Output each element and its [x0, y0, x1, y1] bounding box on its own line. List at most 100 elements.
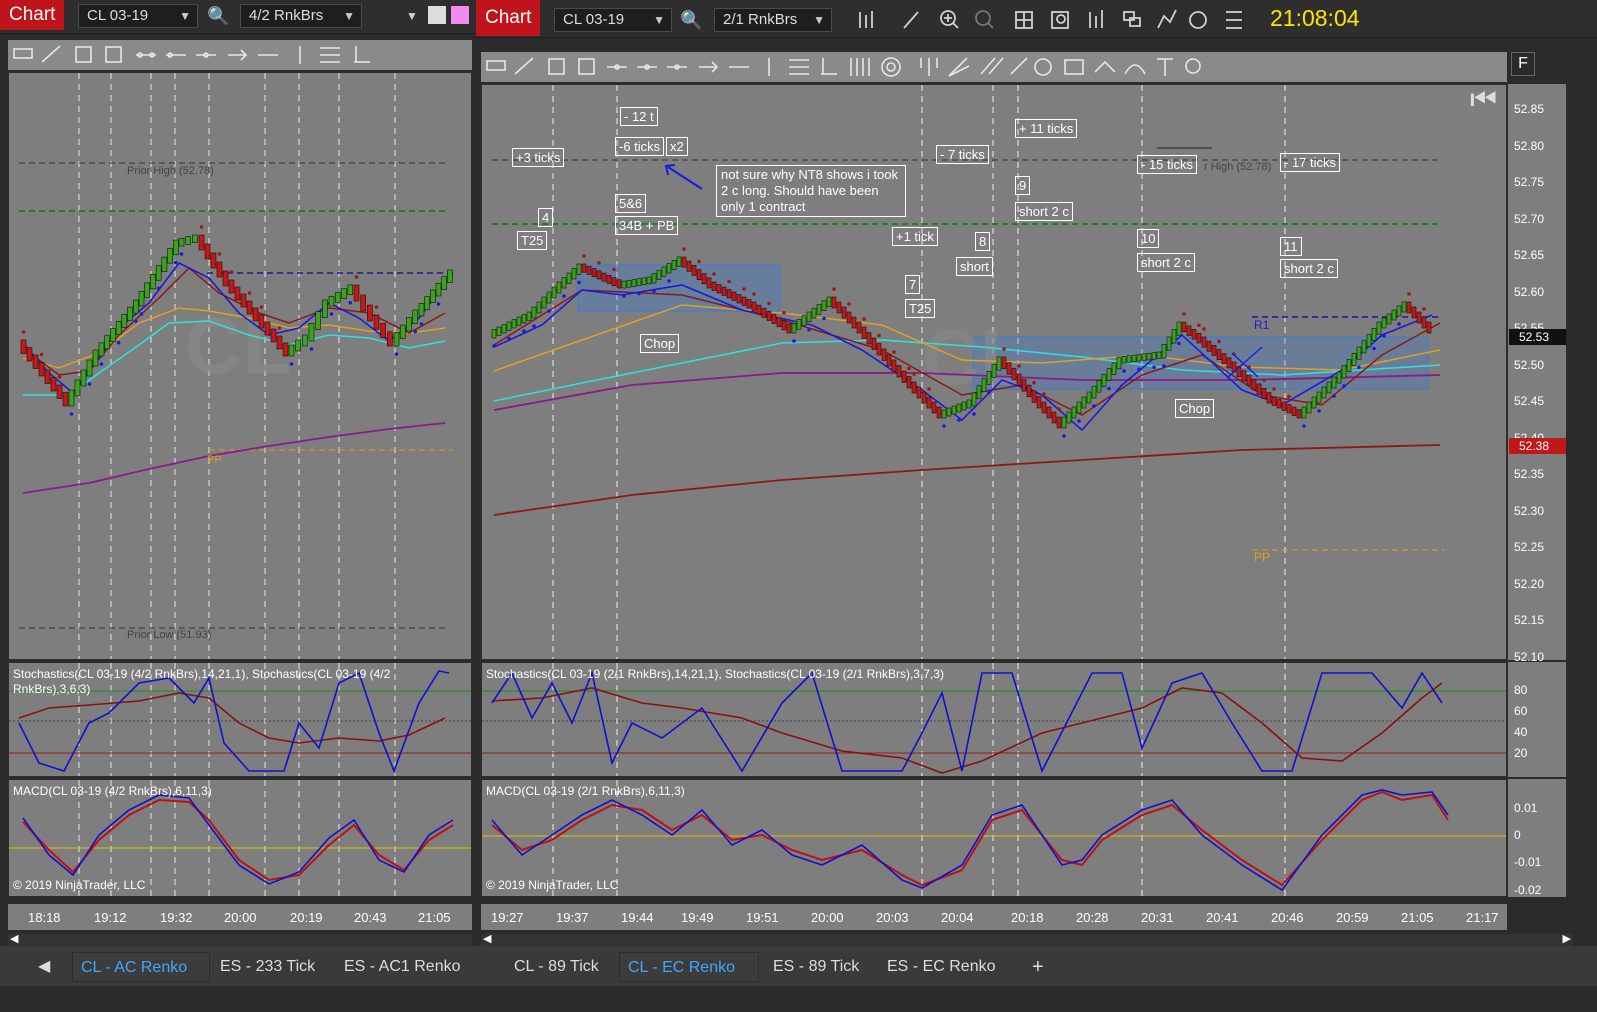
renko-bar [295, 339, 301, 352]
renko-bar [1286, 404, 1292, 414]
time-label: 20:28 [1076, 910, 1109, 925]
renko-bar [526, 311, 532, 321]
renko-bar [846, 311, 852, 324]
zoom-in-icon [940, 10, 959, 29]
prior-low-label: Prior Low (51.93) [127, 629, 211, 641]
renko-bar [561, 277, 567, 289]
right-price-axis[interactable]: 52.85 52.80 52.75 52.70 52.65 52.60 52.55 52.50… [1508, 84, 1566, 664]
extended-line-icon [196, 52, 216, 58]
trail-dot [348, 300, 353, 305]
trail-dot [742, 287, 746, 291]
renko-bar [98, 342, 105, 357]
color-swatch-pink[interactable] [451, 6, 469, 24]
left-chart-button[interactable]: Chart [0, 0, 65, 30]
tab-cl-ac-renko[interactable]: CL - AC Renko [72, 952, 210, 982]
renko-bar [721, 286, 727, 296]
price-level: 52.15 [1514, 613, 1545, 627]
left-instrument-select[interactable]: CL 03-19 ▼ [78, 4, 198, 28]
renko-bar [56, 384, 63, 399]
chevron-down-icon: ▼ [653, 13, 665, 27]
renko-bar [1266, 392, 1272, 404]
renko-bar [150, 273, 156, 290]
right-scrollbar[interactable]: ◀ ▶ [481, 933, 1573, 946]
time-label: 20:43 [354, 910, 387, 925]
trail-dot [1202, 327, 1206, 331]
trail-dot [492, 344, 496, 348]
time-label: 19:37 [556, 910, 589, 925]
right-toolbar-icons[interactable] [854, 6, 1264, 34]
renko-bar [1401, 301, 1407, 313]
renko-bar [891, 359, 897, 372]
trade-label: 5&6 [615, 194, 647, 213]
renko-bar [1376, 321, 1382, 335]
search-icon[interactable]: 🔍 [680, 8, 702, 32]
renko-bar [901, 370, 907, 383]
renko-bar [611, 277, 617, 287]
tab-cl-ec-renko[interactable]: CL - EC Renko [619, 952, 759, 982]
tab-es-233-tick[interactable]: ES - 233 Tick [212, 952, 336, 982]
search-icon[interactable]: 🔍 [207, 4, 229, 28]
tab-cl-89-tick[interactable]: CL - 89 Tick [506, 952, 616, 982]
tab-es-ac1-renko[interactable]: ES - AC1 Renko [336, 952, 472, 982]
renko-bar [1156, 351, 1162, 359]
stoch-level: 80 [1514, 683, 1528, 697]
drawing-tools-icons[interactable] [8, 40, 472, 70]
renko-bar [252, 307, 259, 322]
time-label: 19:32 [160, 910, 193, 925]
renko-bar [155, 265, 162, 281]
renko-bar [80, 369, 87, 387]
drawing-tools-icons[interactable] [481, 52, 1221, 82]
renko-bar [1061, 416, 1067, 429]
trail-dot [309, 347, 314, 351]
trail-dot [289, 362, 294, 366]
time-label: 18:18 [28, 910, 61, 925]
trail-dot [156, 286, 161, 291]
renko-bar [696, 269, 702, 280]
renko-bar [766, 311, 772, 321]
right-chart-button[interactable]: Chart [476, 0, 541, 36]
renko-bar [38, 362, 45, 377]
renko-bar [946, 407, 952, 417]
renko-bar [315, 311, 321, 330]
tab-scroll-left-button[interactable]: ◀ [30, 952, 56, 982]
macd-level: 0 [1514, 828, 1521, 842]
f-button[interactable]: F [1511, 52, 1535, 76]
right-bartype-select[interactable]: 2/1 RnkBrs ▼ [714, 8, 832, 32]
left-bartype-select[interactable]: 4/2 RnkBrs ▼ [240, 4, 362, 28]
renko-bar [776, 317, 782, 328]
renko-bar [399, 324, 406, 339]
right-stochastics-pane[interactable]: Stochastics(CL 03-19 (2/1 RnkBrs),14,21,… [481, 662, 1507, 777]
trade-label: x2 [666, 137, 688, 156]
extended-line-icon [667, 64, 687, 70]
purple-ma [22, 422, 446, 494]
renko-bar [636, 278, 642, 286]
time-label: 19:49 [681, 910, 714, 925]
trade-label: - 12 t [620, 107, 658, 126]
trail-dot [217, 252, 222, 256]
left-price-pane[interactable]: CL Prior High (52.78) Prior Low (51.93) … [8, 72, 472, 660]
trail-dot [822, 316, 826, 321]
price-level: 52.20 [1514, 576, 1545, 591]
color-swatch-white[interactable] [428, 6, 446, 24]
renko-bar [328, 295, 335, 307]
renko-bar [1176, 321, 1182, 336]
renko-bar [831, 296, 837, 309]
right-price-pane[interactable]: CL r High (52.78) R1 PP +3 ticks 4 T25 -… [481, 84, 1507, 660]
left-stochastics-pane[interactable]: Stochastics(CL 03-19 (4/2 RnkBrs),14,21,… [8, 662, 472, 777]
right-instrument-select[interactable]: CL 03-19 ▼ [554, 8, 672, 32]
tab-es-ec-renko[interactable]: ES - EC Renko [879, 952, 1015, 982]
macd-signal [22, 798, 454, 882]
right-macd-pane[interactable]: MACD(CL 03-19 (2/1 RnkBrs),6,11,3) © 201… [481, 779, 1507, 897]
renko-bar [741, 296, 747, 306]
tab-es-89-tick[interactable]: ES - 89 Tick [765, 952, 877, 982]
renko-bar [132, 299, 139, 314]
add-tab-button[interactable]: + [1024, 952, 1052, 982]
left-scrollbar[interactable]: ◀ [8, 933, 472, 946]
chevron-down-icon[interactable]: ▼ [406, 4, 418, 28]
trail-dot [87, 382, 92, 386]
left-macd-pane[interactable]: MACD(CL 03-19 (4/2 RnkBrs),6,11,3) © 201… [8, 779, 472, 897]
trail-dot [637, 291, 641, 296]
go-to-start-icon[interactable]: ⏮ [1470, 85, 1497, 117]
trail-dot [413, 329, 418, 334]
renko-bar [1241, 370, 1247, 382]
